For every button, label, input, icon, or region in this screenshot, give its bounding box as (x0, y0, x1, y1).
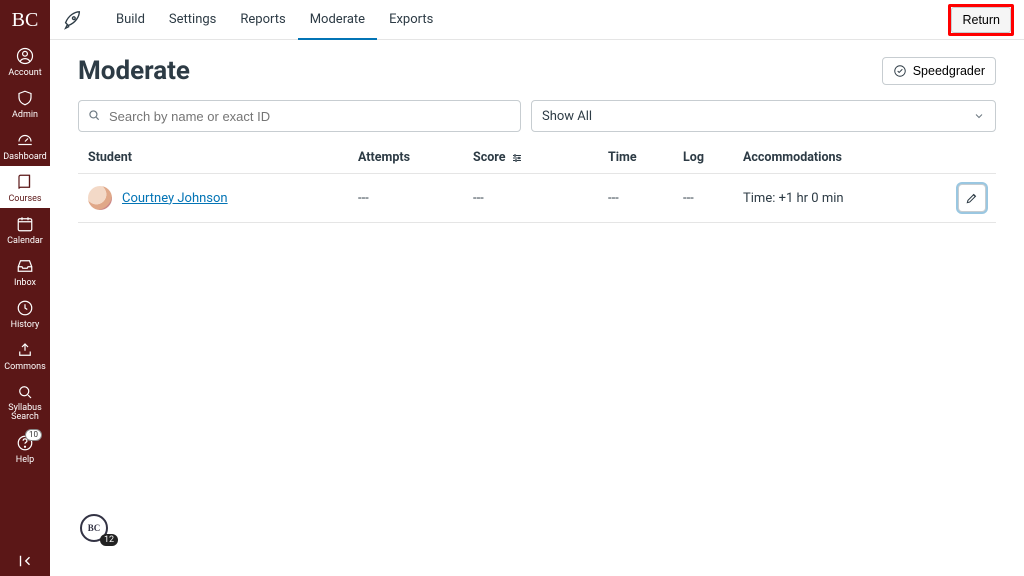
sidebar-item-label: Inbox (14, 278, 36, 288)
sidebar-item-courses[interactable]: Courses (0, 166, 50, 208)
tabs: Build Settings Reports Moderate Exports (104, 0, 445, 40)
search-icon (87, 108, 101, 122)
sidebar-item-syllabus-search[interactable]: Syllabus Search (0, 376, 50, 427)
sidebar-item-calendar[interactable]: Calendar (0, 208, 50, 250)
content: Moderate Speedgrader Show All (50, 40, 1024, 223)
sidebar-item-label: Syllabus Search (0, 404, 50, 423)
table-header: Student Attempts Score Time Log Accommod… (78, 142, 996, 173)
cell-accommodations: Time: +1 hr 0 min (743, 191, 946, 206)
speedgrader-button[interactable]: Speedgrader (882, 57, 996, 85)
table-row: Courtney Johnson --- --- --- --- Time: +… (78, 173, 996, 223)
return-button[interactable]: Return (951, 7, 1011, 33)
page-title: Moderate (78, 56, 190, 86)
help-badge: 10 (25, 429, 42, 441)
sidebar-item-label: Calendar (7, 236, 43, 246)
page-header: Moderate Speedgrader (78, 56, 996, 86)
sidebar-item-help[interactable]: 10 Help (0, 427, 50, 469)
sidebar-item-label: Courses (8, 194, 41, 204)
sidebar-item-account[interactable]: Account (0, 40, 50, 82)
return-highlight: Return (948, 4, 1014, 36)
col-accommodations: Accommodations (743, 150, 946, 165)
topbar: Build Settings Reports Moderate Exports … (50, 0, 1024, 40)
cell-attempts: --- (358, 191, 473, 206)
sidebar-item-label: Account (8, 68, 41, 78)
sliders-icon (511, 152, 523, 164)
sidebar-item-label: Help (16, 455, 34, 465)
tab-settings[interactable]: Settings (157, 0, 228, 40)
student-link[interactable]: Courtney Johnson (122, 191, 228, 206)
shield-icon (15, 88, 35, 108)
filter-row: Show All (78, 100, 996, 132)
col-log: Log (683, 150, 743, 165)
col-score[interactable]: Score (473, 150, 608, 165)
sidebar-item-label: History (11, 320, 40, 330)
main-area: Build Settings Reports Moderate Exports … (50, 0, 1024, 576)
collapse-nav-button[interactable] (0, 546, 50, 576)
sidebar-item-dashboard[interactable]: Dashboard (0, 124, 50, 166)
gauge-icon (15, 130, 35, 150)
speedgrader-label: Speedgrader (913, 64, 985, 78)
avatar (88, 186, 112, 210)
inbox-icon (15, 256, 35, 276)
cell-time: --- (608, 191, 683, 206)
speedgrader-icon (893, 64, 907, 78)
cell-log: --- (683, 191, 743, 206)
rocket-icon[interactable] (60, 8, 84, 32)
sidebar-item-label: Dashboard (3, 152, 47, 162)
sidebar-item-history[interactable]: History (0, 292, 50, 334)
sidebar-item-commons[interactable]: Commons (0, 334, 50, 376)
tab-moderate[interactable]: Moderate (298, 0, 377, 40)
clock-icon (15, 298, 35, 318)
col-time: Time (608, 150, 683, 165)
user-circle-icon (15, 46, 35, 66)
tab-build[interactable]: Build (104, 0, 157, 40)
global-nav: BC Account Admin Dashboard Courses Calen… (0, 0, 50, 576)
col-attempts: Attempts (358, 150, 473, 165)
sidebar-item-label: Admin (12, 110, 38, 120)
col-score-label: Score (473, 150, 505, 165)
floating-badge: 12 (100, 534, 118, 546)
edit-accommodations-button[interactable] (958, 184, 986, 212)
search-wrap (78, 100, 521, 132)
filter-dropdown-label: Show All (542, 109, 592, 124)
book-icon (15, 172, 35, 192)
tab-reports[interactable]: Reports (228, 0, 297, 40)
calendar-icon (15, 214, 35, 234)
search-icon (15, 382, 35, 402)
sidebar-item-label: Commons (4, 362, 46, 372)
chevron-down-icon (973, 110, 985, 122)
search-input[interactable] (78, 100, 521, 132)
share-icon (15, 340, 35, 360)
brand-logo[interactable]: BC (0, 0, 50, 40)
pencil-icon (965, 191, 979, 205)
sidebar-item-admin[interactable]: Admin (0, 82, 50, 124)
tab-exports[interactable]: Exports (377, 0, 445, 40)
col-student: Student (88, 150, 358, 165)
sidebar-item-inbox[interactable]: Inbox (0, 250, 50, 292)
filter-dropdown[interactable]: Show All (531, 100, 996, 132)
cell-score: --- (473, 191, 608, 206)
